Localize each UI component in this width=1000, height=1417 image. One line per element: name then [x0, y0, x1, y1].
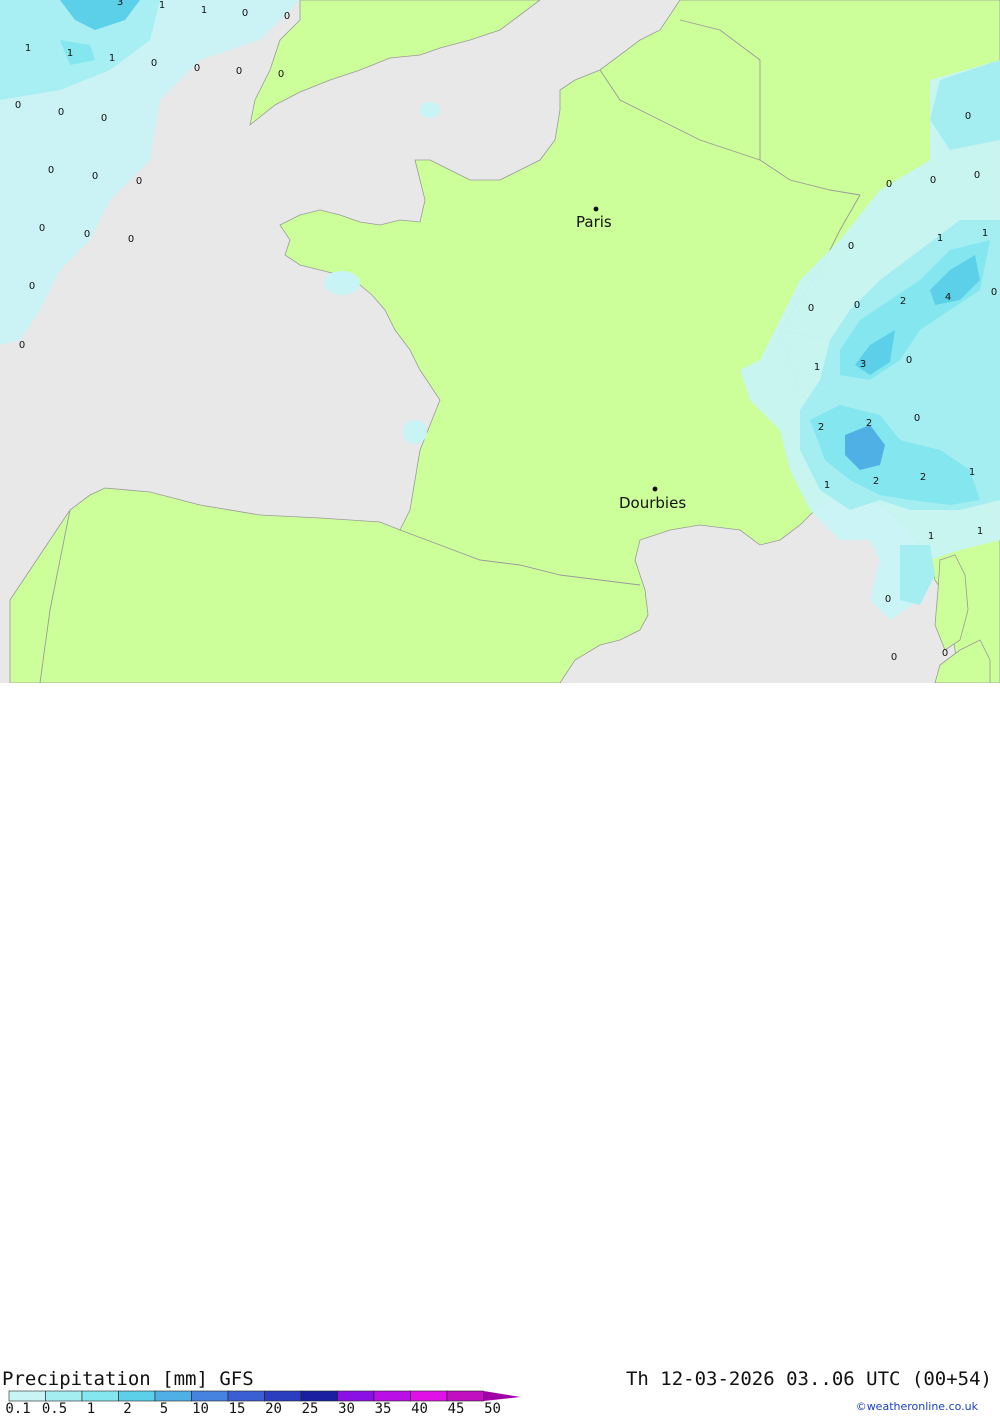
- legend-swatch: [446, 1390, 484, 1402]
- legend-tick-label: 25: [301, 1401, 319, 1417]
- precip-value-label: 0: [885, 594, 891, 605]
- precip-value-label: 2: [866, 418, 872, 429]
- precip-value-label: 0: [236, 66, 242, 77]
- precip-value-label: 0: [965, 111, 971, 122]
- precip-value-label: 0: [29, 281, 35, 292]
- legend-tick-label: 30: [338, 1401, 355, 1417]
- precip-value-label: 0: [848, 241, 854, 252]
- legend-swatch: [191, 1390, 229, 1402]
- legend-swatch: [410, 1390, 448, 1402]
- legend-tick-label: 0.1: [5, 1401, 31, 1417]
- precip-value-label: 0: [808, 303, 814, 314]
- precip-value-label: 1: [824, 480, 830, 491]
- legend-tick-label: 50: [484, 1401, 501, 1417]
- legend-swatch: [373, 1390, 411, 1402]
- precip-value-label: 1: [982, 228, 988, 239]
- legend-tick-label: 40: [411, 1401, 428, 1417]
- precip-value-label: 1: [928, 531, 934, 542]
- precip-value-label: 1: [67, 48, 73, 59]
- precip-value-label: 0: [84, 229, 90, 240]
- precip-value-label: 0: [284, 11, 290, 22]
- credit-link[interactable]: ©weatheronline.co.uk: [856, 1400, 978, 1413]
- precip-value-label: 0: [891, 652, 897, 663]
- precip-value-label: 0: [242, 8, 248, 19]
- footer: Precipitation [mm] GFS Th 12-03-2026 03.…: [0, 683, 1000, 1417]
- precip-channel: [420, 102, 440, 118]
- legend-tick-label: 35: [374, 1401, 392, 1417]
- precip-value-label: 3: [117, 0, 123, 8]
- legend-swatch: [81, 1390, 119, 1402]
- precip-value-label: 0: [886, 179, 892, 190]
- precip-value-label: 1: [977, 526, 983, 537]
- precip-value-label: 0: [854, 300, 860, 311]
- precip-value-label: 0: [991, 287, 997, 298]
- legend-tick-label: 20: [265, 1401, 282, 1417]
- legend-swatch: [8, 1390, 46, 1402]
- city-label-paris: Paris: [576, 213, 612, 231]
- city-label-dourbies: Dourbies: [619, 494, 686, 512]
- precip-value-label: 1: [109, 53, 115, 64]
- legend-tick-label: 15: [228, 1401, 246, 1417]
- legend-swatch: [118, 1390, 156, 1402]
- legend-swatch: [154, 1390, 192, 1402]
- precip-value-label: 0: [974, 170, 980, 181]
- precip-value-label: 1: [969, 467, 975, 478]
- legend-swatch: [264, 1390, 302, 1402]
- precip-value-label: 2: [818, 422, 824, 433]
- precip-value-label: 2: [900, 296, 906, 307]
- precip-value-label: 0: [39, 223, 45, 234]
- precip-value-label: 0: [101, 113, 107, 124]
- legend-swatch: [337, 1390, 375, 1402]
- precip-value-label: 4: [945, 292, 951, 303]
- precip-value-label: 0: [906, 355, 912, 366]
- precip-biscay: [403, 420, 427, 444]
- precip-value-label: 3: [860, 359, 866, 370]
- map-datetime: Th 12-03-2026 03..06 UTC (00+54): [625, 1368, 992, 1390]
- precip-value-label: 0: [92, 171, 98, 182]
- legend-tick-label: 0.5: [41, 1401, 68, 1417]
- legend-swatch: [227, 1390, 265, 1402]
- city-dot-dourbies: [652, 486, 658, 492]
- precip-value-label: 0: [58, 107, 64, 118]
- legend-swatch: [45, 1390, 83, 1402]
- precip-value-label: 0: [194, 63, 200, 74]
- legend-tick-label: 2: [123, 1401, 132, 1417]
- legend-tick-label: 5: [159, 1401, 169, 1417]
- precip-value-label: 1: [814, 362, 820, 373]
- precip-brittany: [324, 271, 360, 295]
- weather-map: 3 1 1 0 0 1 1 1 0 0 0 0 0 0 0 0 0 0 0 0 0 0 0 0 0 0 0 1 1 0 0 0 2 4 0 1 3 0 0 2…: [0, 0, 1000, 684]
- precip-value-label: 2: [873, 476, 879, 487]
- map-canvas: 3 1 1 0 0 1 1 1 0 0 0 0 0 0 0 0 0 0 0 0 0 0 0 0 0 0 0 1 1 0 0 0 2 4 0 1 3 0 0 2…: [0, 0, 1000, 684]
- legend-swatch: [483, 1391, 521, 1401]
- precip-value-label: 0: [151, 58, 157, 69]
- precip-value-label: 2: [920, 472, 926, 483]
- precip-value-label: 0: [136, 176, 142, 187]
- city-dot-paris: [593, 206, 599, 212]
- legend-tick-label: 10: [192, 1401, 209, 1417]
- precip-value-label: 1: [159, 0, 165, 11]
- map-title: Precipitation [mm] GFS: [2, 1368, 254, 1390]
- precip-value-label: 0: [914, 413, 920, 424]
- precip-value-label: 0: [930, 175, 936, 186]
- precip-value-label: 1: [937, 233, 943, 244]
- precip-value-label: 0: [942, 648, 948, 659]
- precip-value-label: 0: [48, 165, 54, 176]
- legend-swatch: [300, 1390, 338, 1402]
- precip-value-label: 0: [19, 340, 25, 351]
- precip-value-label: 1: [201, 5, 207, 16]
- precip-value-label: 0: [15, 100, 21, 111]
- precip-value-label: 1: [25, 43, 31, 54]
- precip-value-label: 0: [128, 234, 134, 245]
- legend-tick-label: 1: [86, 1401, 96, 1417]
- legend-tick-label: 45: [447, 1401, 465, 1417]
- precip-value-label: 0: [278, 69, 284, 80]
